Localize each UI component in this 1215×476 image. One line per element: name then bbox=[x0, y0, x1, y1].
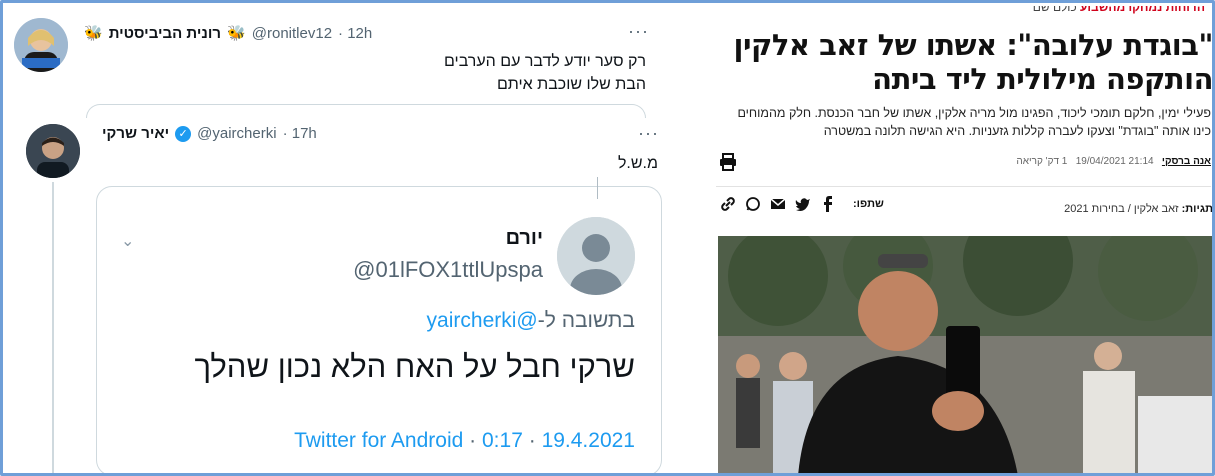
link-icon[interactable] bbox=[720, 196, 736, 212]
more-options-icon[interactable]: ··· bbox=[638, 124, 659, 142]
tweet-time[interactable]: 0:17 bbox=[482, 429, 523, 452]
handle[interactable]: @01lFOX1ttlUpspa bbox=[353, 257, 543, 283]
twitter-icon[interactable] bbox=[795, 196, 811, 212]
email-icon[interactable] bbox=[770, 196, 786, 212]
avatar[interactable] bbox=[14, 18, 68, 72]
screenshot-frame: 🐝 רונית הביביסטית 🐝 @ronitlev12 · 12h ··… bbox=[0, 0, 1215, 476]
article-summary: פעילי ימין, חלקם תומכי ליכוד, הפגינו מול… bbox=[737, 106, 1211, 138]
article-byline: אנה ברסקי 21:14 19/04/2021 1 דק' קריאה bbox=[1016, 156, 1211, 167]
share-bar: שתפו: bbox=[720, 196, 884, 212]
separator: · bbox=[528, 429, 536, 452]
verified-badge-icon: ✓ bbox=[175, 125, 192, 142]
display-name[interactable]: יאיר שרקי bbox=[102, 125, 169, 142]
share-label: שתפו: bbox=[853, 198, 884, 210]
thread-line bbox=[52, 182, 54, 473]
default-avatar[interactable] bbox=[557, 217, 635, 295]
divider-line bbox=[716, 186, 1211, 187]
news-article: הדוחות נמחקו מהשבוע כולם שם "בוגדת עלובה… bbox=[712, 6, 1213, 473]
tags-label: תגיות: bbox=[1181, 203, 1213, 215]
tweet-text-line: הבת שלו שוכבת איתם bbox=[496, 76, 646, 93]
quoted-tweet-text: שרקי חבל על האח הלא נכון שהלך bbox=[194, 349, 635, 384]
separator: · bbox=[469, 429, 477, 452]
tweet-text: רק סער יודע לדבר עם הערבים הבת שלו שוכבת… bbox=[444, 50, 646, 96]
timestamp[interactable]: · 12h bbox=[338, 25, 372, 42]
tweet-ronit[interactable]: 🐝 רונית הביביסטית 🐝 @ronitlev12 · 12h ··… bbox=[6, 6, 666, 118]
article-photo[interactable] bbox=[718, 236, 1212, 473]
bee-icon: 🐝 bbox=[84, 25, 103, 42]
quoted-tweet-card[interactable]: ⌄ יורם @01lFOX1ttlUpspa בתשובה ל-@yairch… bbox=[96, 177, 662, 473]
tweet-text: מ.ש.ל bbox=[617, 155, 658, 172]
reply-context: בתשובה ל-@yaircherki bbox=[427, 309, 635, 333]
article-datetime: 21:14 19/04/2021 bbox=[1075, 156, 1154, 167]
timestamp[interactable]: · 17h bbox=[283, 125, 317, 142]
facebook-icon[interactable] bbox=[820, 196, 836, 212]
tweet-header: יאיר שרקי ✓ @yaircherki · 17h bbox=[102, 125, 317, 142]
thread-connector bbox=[597, 177, 598, 199]
tweet-date[interactable]: 19.4.2021 bbox=[542, 429, 635, 452]
panel-divider bbox=[666, 6, 712, 473]
more-options-icon[interactable]: ··· bbox=[628, 22, 649, 40]
print-icon[interactable] bbox=[718, 152, 738, 172]
handle[interactable]: @ronitlev12 bbox=[252, 25, 332, 42]
article-tags: תגיות: זאב אלקין / בחירות 2021 bbox=[1064, 203, 1213, 215]
handle[interactable]: @yaircherki bbox=[197, 125, 276, 142]
chevron-down-icon[interactable]: ⌄ bbox=[121, 231, 134, 251]
article-kicker: הדוחות נמחקו מהשבוע כולם שם bbox=[1033, 6, 1205, 14]
reply-prefix: בתשובה ל- bbox=[537, 309, 635, 332]
display-name[interactable]: רונית הביביסטית bbox=[109, 25, 221, 42]
twitter-thread: 🐝 רונית הביביסטית 🐝 @ronitlev12 · 12h ··… bbox=[6, 6, 666, 473]
reply-mention-link[interactable]: @yaircherki bbox=[427, 309, 538, 332]
kicker-highlight[interactable]: הדוחות נמחקו מהשבוע bbox=[1080, 6, 1205, 14]
tweet-text-line: רק סער יודע לדבר עם הערבים bbox=[444, 53, 646, 70]
tweet-header: 🐝 רונית הביביסטית 🐝 @ronitlev12 · 12h bbox=[84, 24, 372, 43]
author-link[interactable]: אנה ברסקי bbox=[1162, 156, 1211, 167]
tweet-metadata: Twitter for Android · 0:17 · 19.4.2021 bbox=[294, 429, 635, 453]
bee-icon: 🐝 bbox=[227, 25, 246, 42]
kicker-text: כולם שם bbox=[1032, 6, 1081, 14]
client-link[interactable]: Twitter for Android bbox=[294, 429, 463, 452]
avatar[interactable] bbox=[26, 124, 80, 178]
read-time: 1 דק' קריאה bbox=[1016, 156, 1068, 167]
tag-links[interactable]: זאב אלקין / בחירות 2021 bbox=[1064, 203, 1178, 215]
article-headline: "בוגדת עלובה": אשתו של זאב אלקין הותקפה … bbox=[733, 28, 1213, 96]
display-name[interactable]: יורם bbox=[506, 227, 543, 250]
tweet-yair[interactable]: יאיר שרקי ✓ @yaircherki · 17h ··· מ.ש.ל … bbox=[6, 114, 666, 473]
whatsapp-icon[interactable] bbox=[745, 196, 761, 212]
